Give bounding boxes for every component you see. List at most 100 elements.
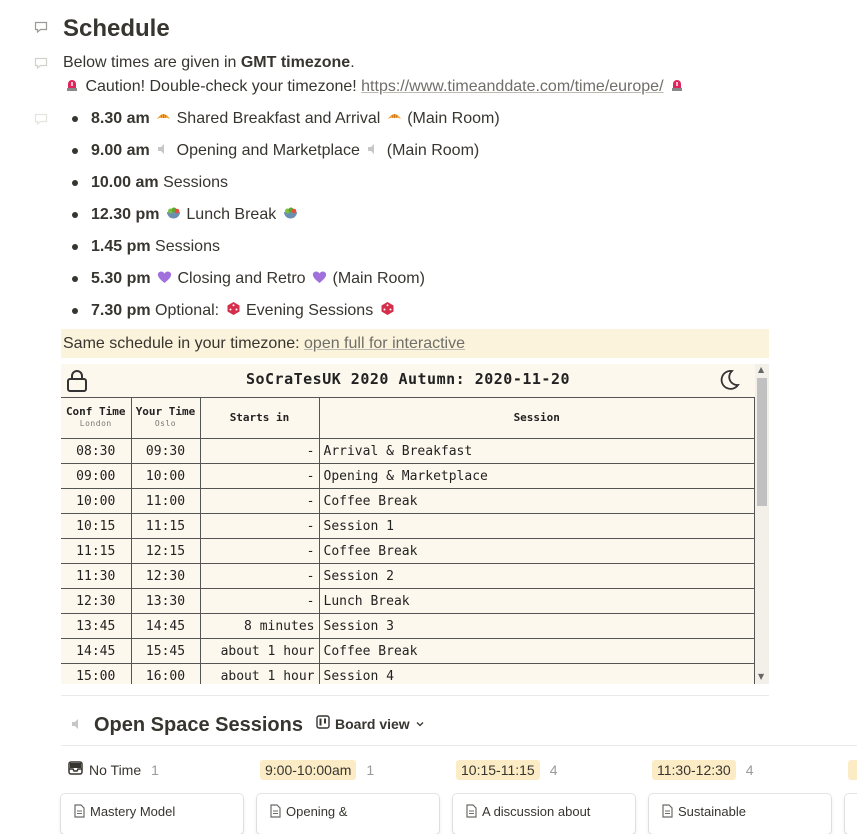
board-group-header-partial[interactable]: [848, 760, 857, 780]
timezone-note-prefix: Below times are given in: [63, 54, 241, 71]
schedule-room: (Main Room): [407, 110, 500, 127]
board-group-header[interactable]: 11:30-12:30 4: [652, 760, 754, 780]
your-time-cell: 12:30: [130, 563, 201, 589]
your-time-cell: 12:15: [130, 538, 201, 564]
starts-in-cell: -: [199, 463, 320, 489]
scroll-down-icon[interactable]: ▼: [758, 672, 764, 681]
page-title: Schedule: [63, 15, 170, 42]
conf-time-cell: 11:30: [61, 563, 132, 589]
timezone-note: Below times are given in GMT timezone.: [63, 52, 355, 74]
timezone-note-bold: GMT timezone: [240, 54, 351, 71]
session-cell: Arrival & Breakfast: [318, 438, 755, 464]
starts-in-cell: -: [199, 513, 320, 539]
schedule-time: 1.45 pm: [91, 238, 151, 255]
speaker-icon: [156, 141, 170, 155]
schedule-time: 5.30 pm: [91, 270, 151, 287]
your-time-cell: 11:15: [130, 513, 201, 539]
purple-heart-icon: [157, 269, 172, 283]
conf-time-cell: 10:00: [61, 488, 132, 514]
your-time-cell: 11:00: [130, 488, 201, 514]
session-cell: Session 3: [318, 613, 755, 639]
schedule-item: 7.30 pm Optional: Evening Sessions: [63, 300, 763, 332]
board-group-header[interactable]: 9:00-10:00am 1: [260, 760, 374, 780]
session-cell: Opening & Marketplace: [318, 463, 755, 489]
starts-in-cell: 8 minutes: [199, 613, 320, 639]
schedule-time: 7.30 pm: [91, 302, 151, 319]
scroll-thumb[interactable]: [757, 378, 767, 506]
your-time-cell: 15:45: [130, 638, 201, 664]
open-full-link[interactable]: open full for interactive: [304, 335, 465, 352]
starts-in-cell: -: [199, 563, 320, 589]
table-row: 14:45 15:45 about 1 hour Coffee Break: [61, 638, 755, 664]
col-conf-time: Conf Time London: [61, 397, 132, 439]
speaker-icon: [70, 717, 84, 736]
board-view-icon: [316, 715, 330, 733]
schedule-item: 8.30 am Shared Breakfast and Arrival (Ma…: [63, 108, 763, 140]
salad-icon: [283, 205, 297, 219]
inbox-icon: [68, 760, 83, 780]
board-view-label: Board view: [335, 716, 410, 732]
caution-text: Caution! Double-check your timezone!: [85, 78, 362, 95]
schedule-title: Sessions: [155, 238, 220, 255]
moon-icon[interactable]: [718, 369, 740, 395]
board-group-count: 4: [745, 762, 754, 778]
board-group-header[interactable]: 10:15-11:15 4: [456, 760, 558, 780]
page-icon: [465, 804, 478, 821]
comment-icon[interactable]: [34, 57, 48, 69]
session-cell: Session 4: [318, 663, 755, 684]
divider: [61, 695, 769, 696]
board-group-label: 11:30-12:30: [652, 760, 736, 780]
croissant-icon: [156, 109, 171, 123]
conf-time-cell: 15:00: [61, 663, 132, 684]
timezone-callout: Same schedule in your timezone: open ful…: [61, 329, 769, 358]
col-conf-time-label: Conf Time: [65, 405, 126, 418]
board-card[interactable]: Sustainable: [649, 794, 831, 834]
schedule-title: Closing and Retro: [177, 270, 306, 287]
conf-time-cell: 09:00: [61, 463, 132, 489]
dice-icon: [226, 301, 240, 315]
col-conf-time-sub: London: [79, 419, 112, 428]
table-row: 15:00 16:00 about 1 hour Session 4: [61, 663, 755, 684]
speaker-icon: [366, 141, 380, 155]
croissant-icon: [387, 109, 401, 123]
board-card[interactable]: Opening &: [257, 794, 439, 834]
board-view-button[interactable]: Board view: [316, 715, 425, 733]
schedule-item: 12.30 pm Lunch Break: [63, 204, 763, 236]
purple-heart-icon: [312, 269, 327, 283]
timeanddate-link[interactable]: https://www.timeanddate.com/time/europe/: [361, 78, 663, 95]
conf-time-cell: 08:30: [61, 438, 132, 464]
board-card[interactable]: Mastery Model: [61, 794, 243, 834]
chevron-down-icon: [415, 715, 425, 733]
schedule-table: Conf Time London Your Time Oslo Starts in …: [61, 397, 755, 684]
comment-icon[interactable]: [34, 21, 48, 33]
schedule-item: 1.45 pm Sessions: [63, 236, 763, 268]
schedule-time: 12.30 pm: [91, 206, 160, 223]
conf-time-cell: 14:45: [61, 638, 132, 664]
your-time-cell: 13:30: [130, 588, 201, 614]
siren-icon: [65, 77, 79, 91]
timezone-embed[interactable]: SoCraTesUK 2020 Autumn: 2020-11-20 Conf …: [61, 364, 769, 684]
comment-icon[interactable]: [34, 113, 48, 125]
page-icon: [73, 804, 86, 821]
starts-in-cell: -: [199, 588, 320, 614]
conf-time-cell: 13:45: [61, 613, 132, 639]
board-card[interactable]: A discussion about: [453, 794, 635, 834]
your-time-cell: 16:00: [130, 663, 201, 684]
board-group-header[interactable]: No Time 1: [68, 760, 159, 780]
siren-icon: [670, 77, 684, 91]
schedule-item: 5.30 pm Closing and Retro (Main Room): [63, 268, 763, 300]
board-card-partial[interactable]: [845, 794, 857, 834]
schedule-item: 10.00 am Sessions: [63, 172, 763, 204]
embed-scrollbar[interactable]: ▲ ▼: [755, 364, 769, 684]
table-row: 10:15 11:15- Session 1: [61, 513, 755, 539]
page-icon: [269, 804, 282, 821]
starts-in-cell: -: [199, 438, 320, 464]
table-row: 13:45 14:45 8 minutes Session 3: [61, 613, 755, 639]
schedule-time: 10.00 am: [91, 174, 159, 191]
scroll-up-icon[interactable]: ▲: [758, 365, 764, 374]
schedule-time: 8.30 am: [91, 110, 150, 127]
table-row: 09:00 10:00- Opening & Marketplace: [61, 463, 755, 489]
board-group-label: No Time: [89, 762, 142, 778]
schedule-room: (Main Room): [332, 270, 425, 287]
schedule-list: 8.30 am Shared Breakfast and Arrival (Ma…: [63, 108, 763, 332]
